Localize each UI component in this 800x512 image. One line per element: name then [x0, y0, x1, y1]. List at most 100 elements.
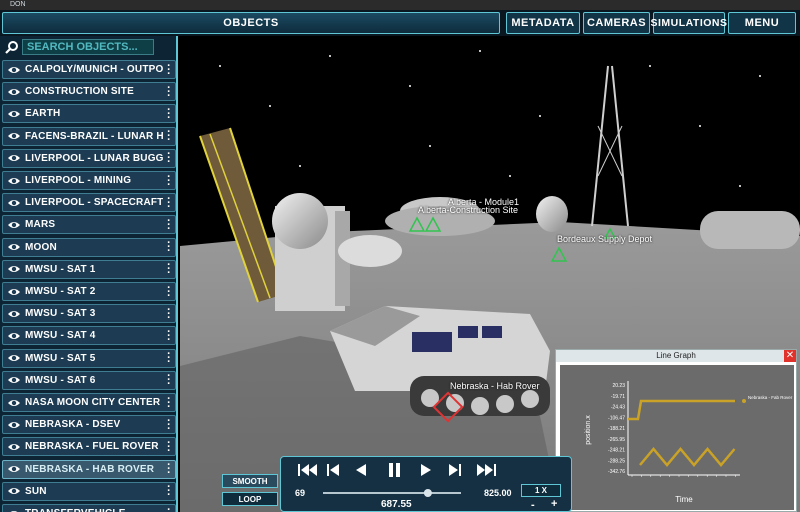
y-axis-label: position.x — [585, 415, 592, 445]
list-item[interactable]: NASA MOON CITY CENTER · · · — [2, 393, 176, 412]
list-item[interactable]: MOON · · · — [2, 237, 176, 257]
eye-icon[interactable] — [3, 464, 25, 474]
eye-icon[interactable] — [3, 87, 25, 97]
list-item-label: MWSU - SAT 5 — [25, 352, 96, 364]
play-reverse-icon — [356, 464, 366, 476]
eye-icon[interactable] — [3, 264, 25, 274]
line-graph-window: Line Graph ✕ 20.23 -19.71 -24.43 -106.47 -18… — [555, 349, 797, 512]
playback-controls: SMOOTH LOOP 69 687.55 825.00 1 X - + — [222, 456, 572, 512]
list-item[interactable]: MWSU - SAT 2 · · · — [2, 282, 176, 301]
timeline-thumb — [423, 489, 432, 497]
more-options-icon[interactable]: ··· — [163, 193, 175, 212]
y-tick-label: -106.47 — [608, 415, 625, 421]
list-item[interactable]: MWSU - SAT 1 · · · — [2, 259, 176, 279]
eye-icon[interactable] — [3, 331, 25, 341]
scene-label-alberta-construction[interactable]: Alberta-Construction Site — [418, 205, 518, 215]
speed-button[interactable]: 1 X — [521, 484, 561, 497]
more-options-icon[interactable]: ··· — [163, 415, 175, 434]
list-item-label: MWSU - SAT 2 — [25, 286, 96, 297]
more-options-icon[interactable]: ··· — [163, 171, 175, 190]
timeline-current: 687.55 — [381, 499, 412, 510]
more-options-icon[interactable]: ··· — [163, 349, 175, 368]
eye-icon[interactable] — [3, 442, 25, 452]
more-options-icon[interactable]: ··· — [163, 60, 175, 79]
search-input[interactable] — [22, 39, 154, 55]
tab-cameras[interactable]: CAMERAS — [583, 12, 650, 34]
eye-icon[interactable] — [3, 309, 25, 319]
more-options-icon[interactable]: ··· — [163, 260, 175, 279]
series-line-upper — [628, 399, 735, 421]
list-item[interactable]: LIVERPOOL - SPACECRAFT · · · — [2, 193, 176, 213]
speed-decrease-button[interactable]: - — [531, 499, 535, 511]
eye-icon[interactable] — [3, 375, 25, 385]
list-item[interactable]: MWSU - SAT 6 · · · — [2, 370, 176, 390]
scene-label-bordeaux-depot[interactable]: Bordeaux Supply Depot — [557, 234, 652, 244]
timeline-start: 69 — [295, 488, 306, 498]
list-item[interactable]: CALPOLY/MUNICH - OUTPO · · · — [2, 60, 176, 79]
close-icon[interactable]: ✕ — [784, 350, 796, 362]
list-item[interactable]: FACENS-BRAZIL - LUNAR H · · · — [2, 126, 176, 146]
eye-icon[interactable] — [3, 242, 25, 252]
eye-icon[interactable] — [3, 353, 25, 363]
list-item[interactable]: CONSTRUCTION SITE · · · — [2, 82, 176, 102]
more-options-icon[interactable]: ··· — [163, 304, 175, 323]
eye-icon[interactable] — [3, 420, 25, 430]
tab-objects[interactable]: OBJECTS — [2, 12, 500, 34]
eye-icon[interactable] — [3, 486, 25, 496]
more-options-icon[interactable]: ··· — [163, 82, 175, 101]
eye-icon[interactable] — [3, 131, 25, 141]
graph-titlebar[interactable]: Line Graph ✕ — [556, 350, 796, 362]
list-item[interactable]: MWSU - SAT 5 · · · — [2, 348, 176, 368]
eye-icon[interactable] — [3, 198, 25, 208]
list-item[interactable]: NEBRASKA - FUEL ROVER · · · — [2, 437, 176, 457]
list-item[interactable]: LIVERPOOL - LUNAR BUGGY · · · — [2, 148, 176, 168]
more-options-icon[interactable]: ··· — [163, 371, 175, 390]
list-item[interactable]: LIVERPOOL - MINING · · · — [2, 171, 176, 190]
more-options-icon[interactable]: ··· — [163, 282, 175, 301]
list-item[interactable]: EARTH · · · — [2, 104, 176, 124]
window-titlebar: DON — [0, 0, 800, 10]
eye-icon[interactable] — [3, 398, 25, 408]
list-item[interactable]: MWSU - SAT 4 · · · — [2, 326, 176, 346]
more-options-icon[interactable]: ··· — [163, 504, 175, 512]
tab-menu[interactable]: MENU — [728, 12, 796, 34]
y-tick-label: 20.23 — [612, 383, 625, 389]
smooth-button[interactable]: SMOOTH — [222, 474, 278, 488]
list-item-label: CALPOLY/MUNICH - OUTPO — [25, 64, 163, 75]
more-options-icon[interactable]: ··· — [163, 437, 175, 456]
more-options-icon[interactable]: ··· — [163, 104, 175, 123]
list-item[interactable]: NEBRASKA - HAB ROVER · · · — [2, 459, 176, 479]
skip-to-end-icon — [477, 464, 496, 476]
more-options-icon[interactable]: ··· — [163, 127, 175, 146]
more-options-icon[interactable]: ··· — [163, 149, 175, 168]
y-tick-label: -342.76 — [608, 469, 625, 475]
legend-label: Nebraska - Fab Rover — [748, 395, 793, 400]
speed-increase-button[interactable]: + — [551, 498, 557, 510]
list-item[interactable]: TRANSFERVEHICLE··· — [2, 504, 176, 512]
eye-icon[interactable] — [3, 153, 25, 163]
eye-icon[interactable] — [3, 65, 25, 75]
list-item[interactable]: MWSU - SAT 3 · · · — [2, 304, 176, 324]
tab-metadata[interactable]: METADATA — [506, 12, 580, 34]
eye-icon[interactable] — [3, 220, 25, 230]
list-item-label: LIVERPOOL - LUNAR BUGGY — [25, 152, 163, 164]
eye-icon[interactable] — [3, 509, 25, 512]
list-item[interactable]: NEBRASKA - DSEV · · · — [2, 415, 176, 435]
eye-icon[interactable] — [3, 176, 25, 186]
more-options-icon[interactable]: ··· — [163, 393, 175, 412]
more-options-icon[interactable]: ··· — [163, 482, 175, 501]
more-options-icon[interactable]: ··· — [163, 238, 175, 257]
loop-button[interactable]: LOOP — [222, 492, 278, 506]
y-tick-label: -188.21 — [608, 426, 625, 432]
eye-icon[interactable] — [3, 287, 25, 297]
search-icon[interactable] — [2, 38, 22, 56]
scene-label-hab-rover[interactable]: Nebraska - Hab Rover — [450, 381, 540, 391]
more-options-icon[interactable]: ··· — [163, 326, 175, 345]
more-options-icon[interactable]: ··· — [163, 460, 175, 479]
more-options-icon[interactable]: ··· — [163, 215, 175, 234]
tab-simulations[interactable]: SIMULATIONS — [650, 12, 727, 34]
eye-icon[interactable] — [3, 109, 25, 119]
list-item[interactable]: SUN · · · — [2, 481, 176, 501]
list-item[interactable]: MARS · · · — [2, 215, 176, 235]
list-item-label: NASA MOON CITY CENTER — [25, 397, 161, 408]
